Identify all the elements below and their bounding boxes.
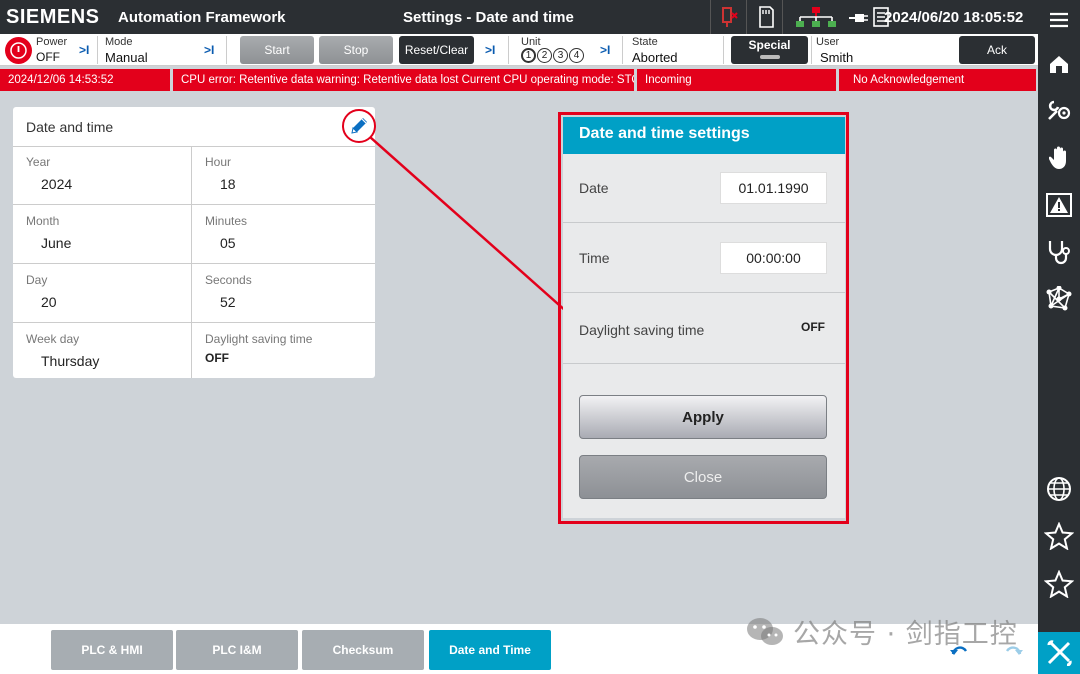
tab-date-and-time[interactable]: Date and Time [429,630,551,670]
callout-line [369,136,568,313]
dst-row: Daylight saving time OFF [563,293,845,364]
wechat-icon [747,617,783,645]
dialog-title: Date and time settings [563,117,845,154]
close-button[interactable]: Close [579,455,827,499]
watermark-text: 公众号 · 剑指工控 [793,619,1018,650]
date-row: Date 01.01.1990 [563,154,845,223]
date-input[interactable]: 01.01.1990 [720,172,827,204]
watermark: 公众号 · 剑指工控 [745,612,1018,651]
tab-checksum[interactable]: Checksum [302,630,424,670]
time-row: Time 00:00:00 [563,223,845,293]
tab-plc-hmi[interactable]: PLC & HMI [51,630,173,670]
apply-button[interactable]: Apply [579,395,827,439]
date-time-settings-dialog: Date and time settings Date 01.01.1990 T… [563,117,845,518]
dialog-dst-value[interactable]: OFF [801,320,825,334]
time-input[interactable]: 00:00:00 [720,242,827,274]
tab-plc-im[interactable]: PLC I&M [176,630,298,670]
time-label: Time [579,250,610,266]
dialog-dst-label: Daylight saving time [579,322,705,338]
date-label: Date [579,180,609,196]
